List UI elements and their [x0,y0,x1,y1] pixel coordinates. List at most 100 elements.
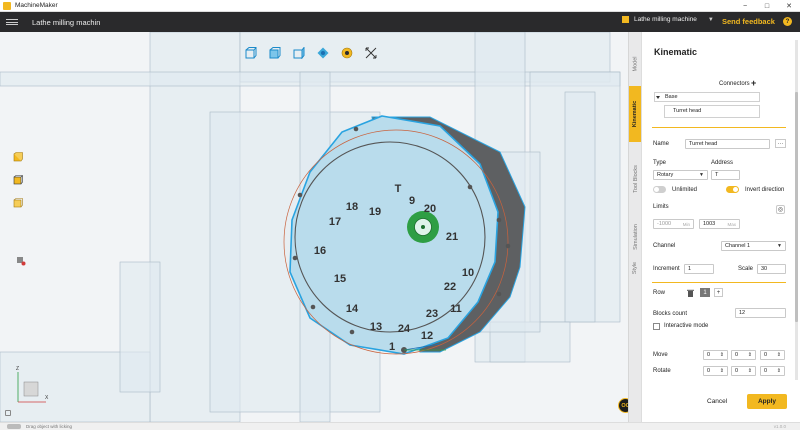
cancel-button[interactable]: Cancel [707,398,727,405]
dial-label: 16 [314,245,326,257]
panel-title: Kinematic [654,47,698,57]
tree-expand-icon[interactable] [656,94,660,101]
axis-z-label: Z [16,366,19,372]
unlimited-label: Unlimited [672,187,698,193]
delete-icon[interactable] [686,288,695,297]
dial-label: 24 [398,323,411,335]
project-title[interactable]: Lathe milling machin [32,18,100,27]
move-x-input[interactable]: 0 ⇕ [703,350,728,360]
material-icon[interactable] [16,256,26,266]
fit-view-icon[interactable] [364,46,378,60]
iso-cube-icon[interactable] [244,46,258,60]
help-button[interactable]: ? [783,17,792,26]
tree-turret-head-label: Turret head [673,108,702,114]
apply-button[interactable]: Apply [747,394,787,409]
dial-label: 17 [329,216,341,228]
left-toolbar [13,152,23,208]
front-cube-icon[interactable] [268,46,282,60]
rotate-z-input[interactable]: 0 ⇕ [760,366,785,376]
dial-label: 20 [424,203,436,215]
axis-x-label: X [45,395,49,401]
version-label: v1.0.0 [773,423,786,429]
target-icon[interactable] [316,46,330,60]
limit-max-input[interactable]: 1003 Max [699,219,740,229]
status-bar: Drag object with licking v1.0.0 [0,422,800,430]
dial-label: 18 [346,201,358,213]
chevron-down-icon: ▼ [707,16,714,23]
type-select[interactable]: Rotary ▼ [653,170,708,180]
channel-label: Channel [653,243,676,249]
dial-label: 9 [409,195,415,207]
section-divider [652,282,786,283]
machine-selector[interactable]: Lathe milling machine ▼ [622,16,714,23]
window-titlebar: MachineMaker − □ ✕ [0,0,800,12]
dial-label: T [395,183,402,195]
close-button[interactable]: ✕ [778,0,800,12]
oc-badge[interactable]: OC [618,398,628,413]
limit-min-input[interactable]: -1000 Min [653,219,694,229]
row-label: Row [653,290,666,296]
3d-viewport[interactable]: T 19 18 17 16 15 14 13 24 1 12 23 11 22 … [0,32,628,422]
rotate-y-input[interactable]: 0 ⇕ [731,366,756,376]
menu-icon[interactable] [6,19,18,25]
dial-label: 15 [334,273,346,285]
target-icon[interactable]: ◎ [776,205,785,214]
machine-name: Lathe milling machine [634,16,697,23]
vertical-tabs: Model Kinematic Tool Blocks Simulation S… [628,32,642,422]
tree-base-label: Base [665,94,678,100]
dial-label: 21 [446,231,458,243]
dial-label: 19 [369,206,381,218]
scale-input[interactable]: 30 [757,264,786,274]
increment-label: Increment [653,266,680,272]
window-title: MachineMaker [15,2,58,9]
dial-label: 11 [450,303,462,315]
section-divider [652,127,786,128]
add-row-button[interactable]: + [714,288,723,297]
invert-direction-label: Invert direction [745,187,785,193]
cube-wire-icon[interactable] [13,175,23,185]
panel-scrollbar[interactable] [795,40,798,380]
cube-solid-icon[interactable] [13,152,23,162]
app-logo-icon [3,1,11,10]
connectors-label: Connectors [719,81,750,87]
move-label: Move [653,352,668,358]
dial-label: 13 [370,321,382,333]
row-value[interactable]: 1 [700,288,710,297]
channel-select[interactable]: Channel 1 ▼ [721,241,786,251]
increment-input[interactable]: 1 [684,264,714,274]
app-header: Lathe milling machin Lathe milling machi… [0,12,800,32]
chevron-down-icon: ▼ [699,172,704,178]
unlimited-toggle[interactable] [653,186,666,193]
minimize-button[interactable]: − [734,0,756,12]
chevron-down-icon: ▼ [777,243,782,249]
interactive-mode-checkbox[interactable] [653,323,660,330]
rotate-x-input[interactable]: 0 ⇕ [703,366,728,376]
send-feedback-button[interactable]: Send feedback [722,17,775,26]
axes-gizmo[interactable]: Z X [10,364,50,406]
toggle-icon[interactable] [7,424,21,429]
cube-outline-icon[interactable] [13,198,23,208]
invert-direction-toggle[interactable] [726,186,739,193]
name-label: Name [653,141,670,147]
dial-label: 1 [389,341,395,353]
limits-label: Limits [653,204,669,210]
rotate-label: Rotate [653,368,671,374]
move-y-input[interactable]: 0 ⇕ [731,350,756,360]
move-z-input[interactable]: 0 ⇕ [760,350,785,360]
name-input[interactable]: Turret head [685,139,770,149]
dial-label: 10 [462,267,474,279]
machine-scene[interactable]: T 19 18 17 16 15 14 13 24 1 12 23 11 22 … [0,32,628,422]
add-connector-button[interactable]: + [751,78,756,88]
blocks-count-input[interactable]: 12 [735,308,786,318]
view-toolbar [244,46,378,60]
maximize-button[interactable]: □ [756,0,778,12]
address-label: Address [711,160,734,166]
sphere-icon[interactable] [340,46,354,60]
machine-icon [622,16,629,23]
side-cube-icon[interactable] [292,46,306,60]
address-input[interactable]: T [711,170,740,180]
dial-label: 12 [421,330,433,342]
more-options-button[interactable]: ··· [775,139,786,148]
lock-icon[interactable] [5,410,11,416]
dial-label: 22 [444,281,456,293]
